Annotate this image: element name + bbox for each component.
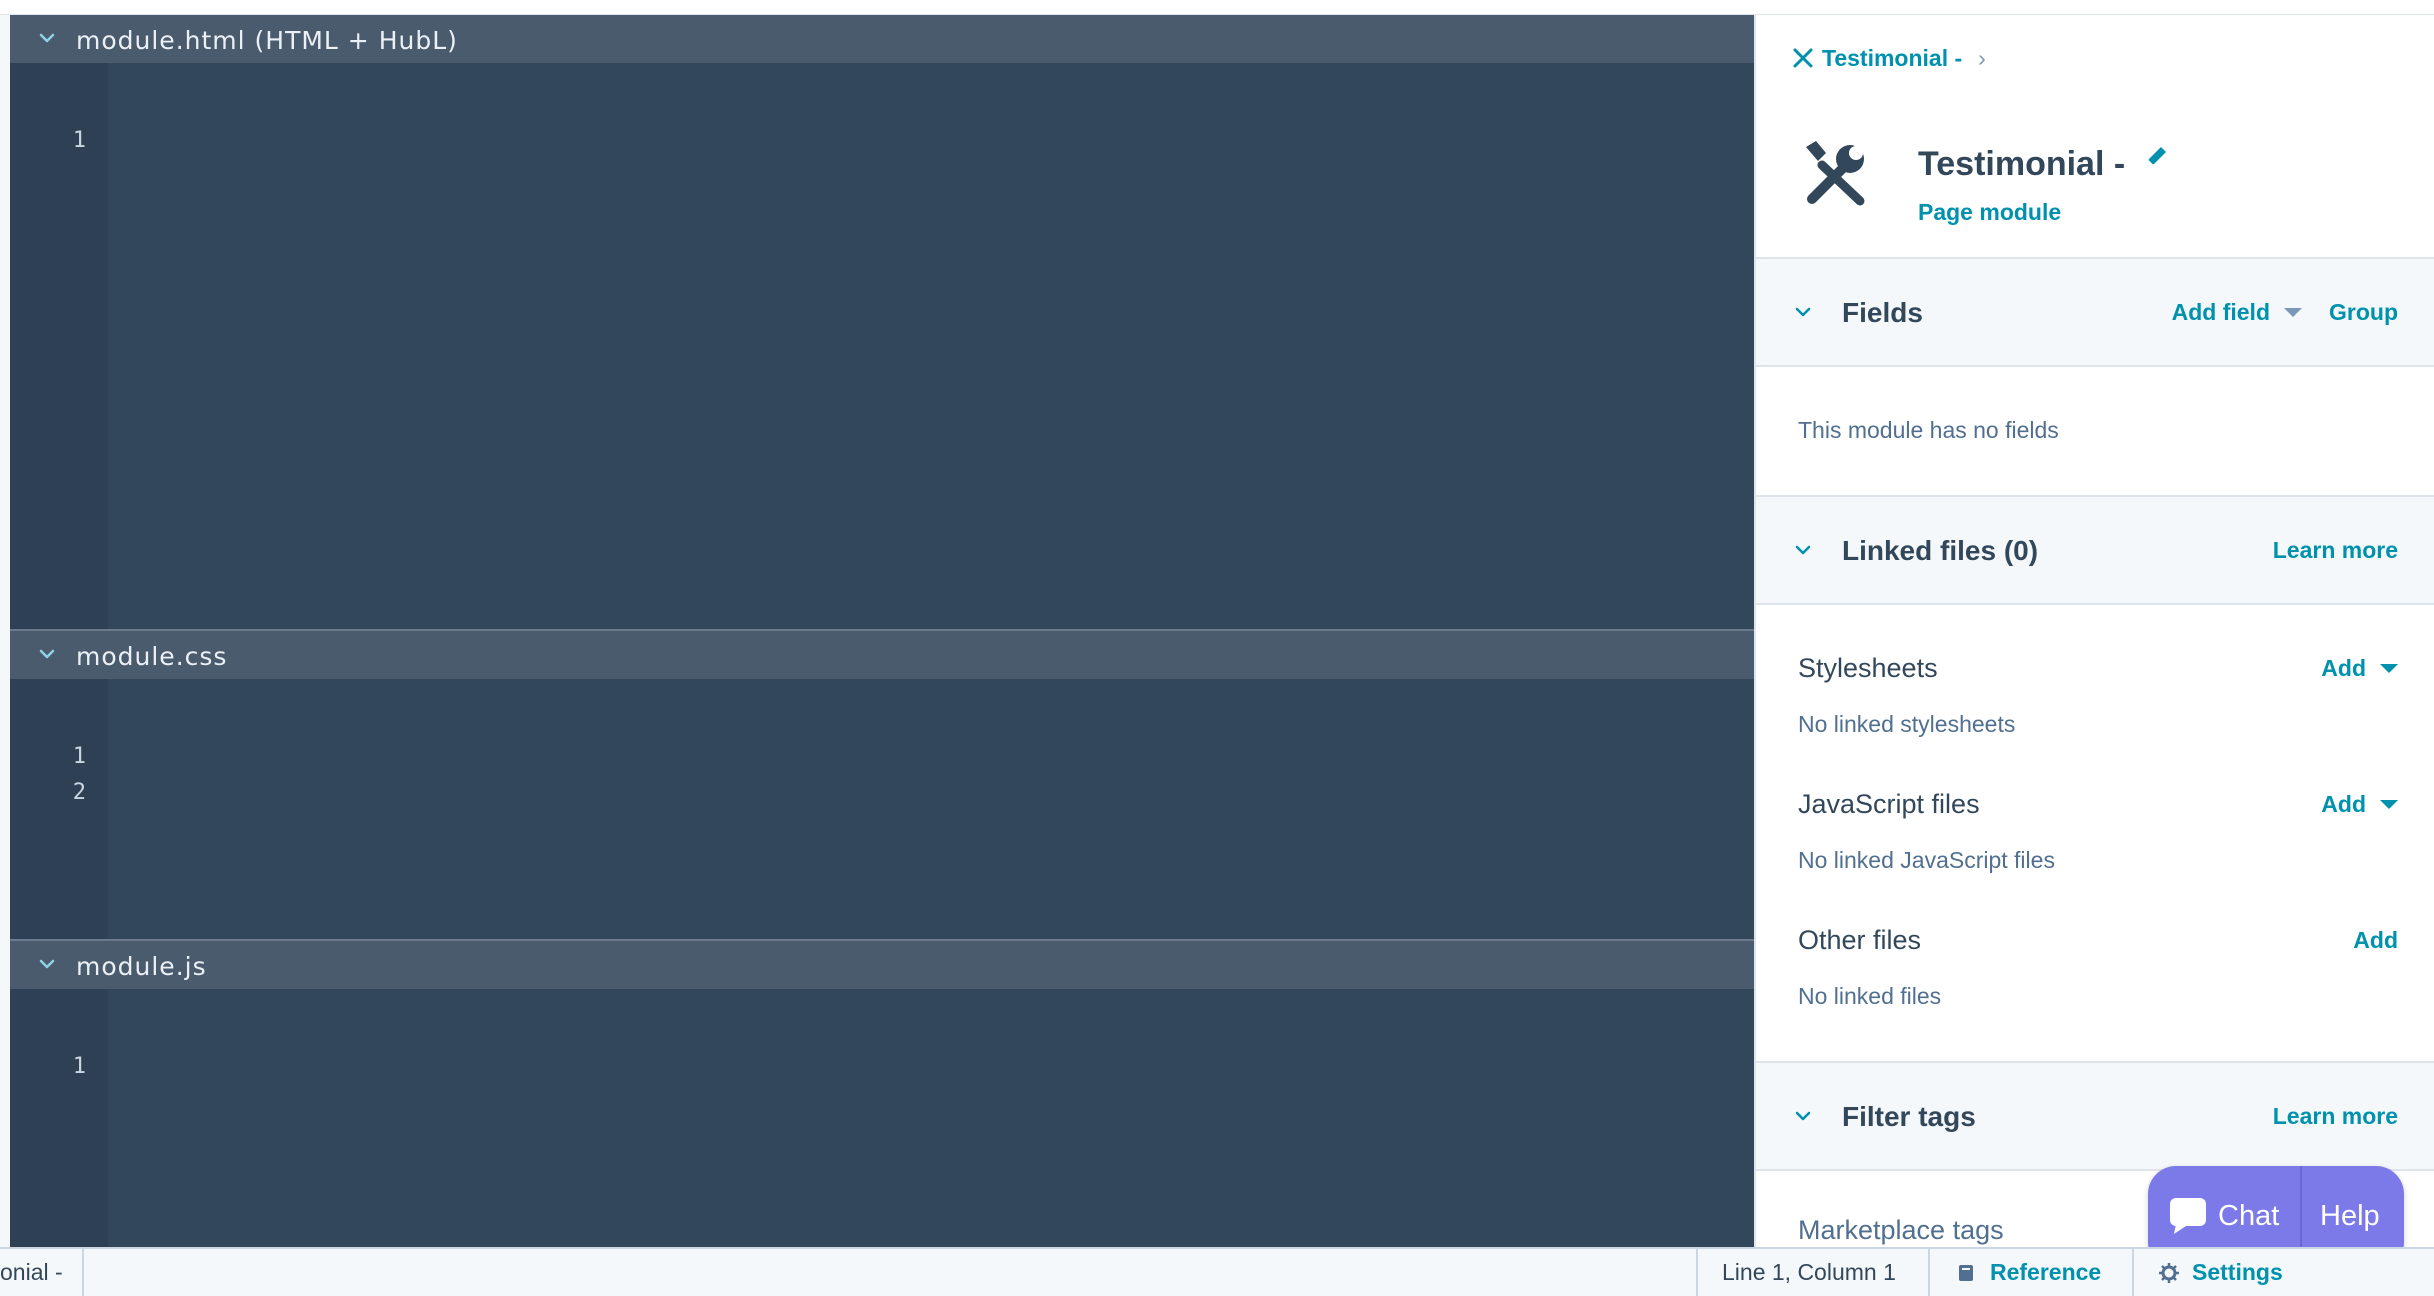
design-manager-module-editor: module.html (HTML + HubL) 1 module.css 1… — [0, 0, 2434, 1296]
status-separator — [1696, 1249, 1698, 1296]
html-editor-pane: module.html (HTML + HubL) 1 — [10, 15, 1754, 629]
line-number: 1 — [72, 128, 86, 153]
add-label: Add — [2321, 791, 2366, 817]
status-separator — [82, 1249, 84, 1296]
settings-label: Settings — [2192, 1259, 2283, 1285]
learn-more-link[interactable]: Learn more — [2273, 1103, 2398, 1130]
fields-section-header[interactable]: Fields Add field Group — [1756, 257, 2434, 367]
line-number-gutter: 1 — [10, 989, 108, 1247]
add-field-button[interactable]: Add field — [2172, 299, 2302, 326]
stylesheets-title: Stylesheets — [1798, 653, 1938, 683]
html-editor-header[interactable]: module.html (HTML + HubL) — [10, 15, 1754, 63]
other-files-empty-text: No linked files — [1798, 983, 1942, 1009]
chat-label: Chat — [2218, 1200, 2280, 1232]
add-field-label: Add field — [2171, 299, 2270, 325]
section-title: Filter tags — [1842, 1101, 1976, 1132]
chevron-down-icon[interactable] — [36, 643, 58, 665]
chevron-down-icon[interactable] — [1792, 1105, 1814, 1127]
chevron-down-icon[interactable] — [36, 953, 58, 975]
breadcrumb-label: Testimonial - — [1822, 44, 1963, 71]
editor-filename: module.js — [76, 952, 207, 981]
book-icon — [1959, 1264, 1973, 1281]
reference-button[interactable]: Reference — [1956, 1249, 2101, 1296]
gear-icon — [2159, 1262, 2179, 1283]
module-type-link[interactable]: Page module — [1918, 199, 2061, 226]
caret-down-icon — [2380, 664, 2398, 673]
section-title: Fields — [1842, 297, 1923, 328]
pencil-icon[interactable] — [2142, 143, 2170, 171]
line-numbers: 1 — [10, 1049, 86, 1085]
section-title: Linked files (0) — [1842, 535, 2039, 566]
top-strip — [0, 0, 2434, 15]
marketplace-tags-title: Marketplace tags — [1798, 1215, 2004, 1245]
module-title: Testimonial - — [1918, 145, 2126, 183]
status-separator — [1928, 1249, 1930, 1296]
learn-more-link[interactable]: Learn more — [2273, 537, 2398, 564]
tools-icon — [1793, 48, 1813, 68]
cursor-position: Line 1, Column 1 — [1722, 1259, 1896, 1285]
chevron-down-icon[interactable] — [1792, 301, 1814, 323]
line-number-gutter: 1 — [10, 63, 108, 629]
status-separator — [2132, 1249, 2134, 1296]
javascript-files-title: JavaScript files — [1798, 789, 1980, 819]
code-area[interactable] — [108, 63, 1754, 629]
add-label: Add — [2321, 655, 2366, 681]
breadcrumb[interactable]: Testimonial - › — [1792, 43, 1986, 73]
line-number-gutter: 1 2 — [10, 679, 108, 939]
module-sidebar: Testimonial - › Testimonial - Page modul… — [1754, 15, 2434, 1247]
caret-down-icon — [2284, 308, 2302, 317]
chevron-right-icon: › — [1978, 44, 1986, 71]
stylesheets-empty-text: No linked stylesheets — [1798, 711, 2016, 737]
css-editor-pane: module.css 1 2 — [10, 631, 1754, 939]
line-number: 2 — [72, 780, 86, 805]
code-area[interactable] — [108, 989, 1754, 1247]
editor-filename: module.html (HTML + HubL) — [76, 26, 458, 55]
group-button[interactable]: Group — [2329, 299, 2398, 326]
fields-empty-text: This module has no fields — [1798, 417, 2059, 443]
add-javascript-button[interactable]: Add — [2321, 791, 2398, 818]
module-header: Testimonial - Page module — [1756, 97, 2434, 257]
help-button[interactable]: Help — [2320, 1200, 2380, 1233]
caret-down-icon — [2380, 800, 2398, 809]
settings-button[interactable]: Settings — [2158, 1249, 2283, 1296]
line-numbers: 1 — [10, 123, 86, 159]
left-gutter — [0, 15, 10, 1247]
js-editor-header[interactable]: module.js — [10, 941, 1754, 989]
line-number: 1 — [72, 744, 86, 769]
filter-tags-section-header[interactable]: Filter tags Learn more — [1756, 1061, 2434, 1171]
status-bar: onial - Line 1, Column 1 Reference Setti… — [0, 1247, 2434, 1296]
javascript-empty-text: No linked JavaScript files — [1798, 847, 2055, 873]
status-file-label: onial - — [0, 1259, 63, 1285]
line-number: 1 — [72, 1054, 86, 1079]
line-numbers: 1 2 — [10, 739, 86, 811]
reference-label: Reference — [1990, 1259, 2102, 1285]
other-files-title: Other files — [1798, 925, 1922, 955]
editor-filename: module.css — [76, 642, 228, 671]
chevron-down-icon[interactable] — [1792, 539, 1814, 561]
js-editor-pane: module.js 1 — [10, 941, 1754, 1247]
chat-bubble-icon — [2170, 1198, 2206, 1234]
wrench-screwdriver-icon — [1806, 141, 1865, 206]
add-stylesheet-button[interactable]: Add — [2321, 655, 2398, 682]
css-editor-header[interactable]: module.css — [10, 631, 1754, 679]
code-area[interactable] — [108, 679, 1754, 939]
chevron-down-icon[interactable] — [36, 27, 58, 49]
add-other-file-button[interactable]: Add — [2353, 927, 2398, 954]
linked-files-section-header[interactable]: Linked files (0) Learn more — [1756, 495, 2434, 605]
